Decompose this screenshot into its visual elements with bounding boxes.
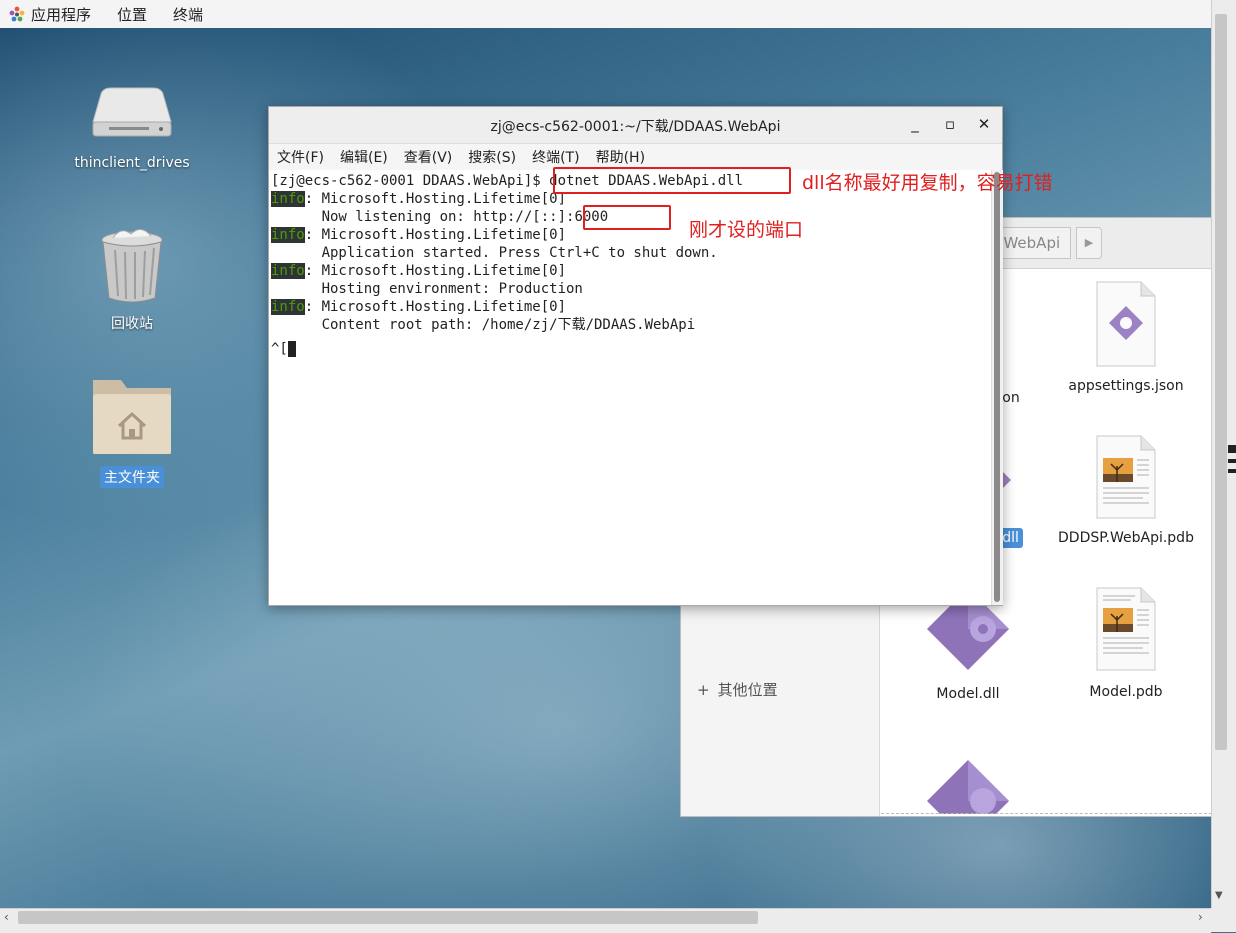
- menu-search[interactable]: 搜索(S): [468, 147, 516, 167]
- output-line: info: Microsoft.Hosting.Lifetime[0]: [271, 298, 566, 316]
- top-bar: 应用程序 位置 终端: [0, 0, 1211, 29]
- file-label: appsettings.json: [1068, 378, 1184, 394]
- output-line: Content root path: /home/zj/下载/DDAAS.Web…: [271, 316, 696, 334]
- terminal-scrollbar[interactable]: [991, 170, 1003, 605]
- window-title: zj@ecs-c562-0001:~/下载/DDAAS.WebApi: [490, 119, 781, 135]
- close-icon[interactable]: ✕: [975, 115, 993, 133]
- pdb-file-icon: [1096, 587, 1156, 671]
- file-item-partial[interactable]: [893, 756, 1043, 814]
- desktop-icon-label: 主文件夹: [100, 466, 164, 488]
- info-tag: info: [271, 191, 305, 207]
- output-text: ^[: [271, 341, 288, 357]
- desktop-icon-label: thinclient_drives: [74, 155, 190, 171]
- scrollbar-thumb[interactable]: [18, 911, 758, 924]
- scrollbar-thumb[interactable]: [994, 172, 1000, 602]
- scroll-corner: [1211, 908, 1236, 932]
- menu-view[interactable]: 查看(V): [404, 147, 453, 167]
- file-item[interactable]: appsettings.json: [1051, 280, 1201, 394]
- terminal-menu-label: 终端: [173, 5, 204, 24]
- annotation-note-port: 刚才设的端口: [689, 219, 804, 241]
- sidebar-item-other-locations[interactable]: + 其他位置: [697, 679, 778, 700]
- edge-marks: [1228, 445, 1236, 479]
- output-text: : Microsoft.Hosting.Lifetime[0]: [304, 191, 567, 207]
- file-label: Model.pdb: [1089, 684, 1163, 700]
- file-item[interactable]: DDDSP.WebApi.pdb: [1051, 434, 1201, 546]
- plus-icon: +: [697, 681, 710, 699]
- terminal-menu[interactable]: 终端: [173, 4, 203, 25]
- terminal-cursor: [287, 341, 296, 357]
- output-line: info: Microsoft.Hosting.Lifetime[0]: [271, 226, 566, 244]
- menu-file[interactable]: 文件(F): [277, 147, 324, 167]
- output-line: info: Microsoft.Hosting.Lifetime[0]: [271, 262, 566, 280]
- menu-help[interactable]: 帮助(H): [596, 147, 645, 167]
- output-line: ^[: [271, 340, 296, 358]
- info-tag: info: [271, 263, 305, 279]
- sidebar-item-label: 其他位置: [717, 681, 778, 699]
- output-text: Now listening on: http://[::]:: [271, 209, 575, 225]
- home-folder-icon: [93, 380, 171, 454]
- output-text: Content root path: /home/zj/下载/DDAAS.Web…: [271, 317, 696, 333]
- file-label: Model.dll: [936, 686, 1000, 702]
- maximize-icon[interactable]: ▫: [941, 115, 959, 133]
- scroll-left-icon[interactable]: ‹: [4, 910, 9, 924]
- annotation-note-dll: dll名称最好用复制，容易打错: [802, 172, 1053, 194]
- desktop-icon-label: 回收站: [111, 316, 153, 332]
- drive-icon: [92, 87, 172, 137]
- places-label: 位置: [117, 5, 148, 24]
- scrollbar-thumb[interactable]: [1215, 14, 1227, 750]
- divider: [881, 813, 1212, 814]
- output-text: : Microsoft.Hosting.Lifetime[0]: [304, 227, 567, 243]
- applications-icon: [9, 6, 25, 22]
- menu-edit[interactable]: 编辑(E): [340, 147, 388, 167]
- output-line: info: Microsoft.Hosting.Lifetime[0]: [271, 190, 566, 208]
- applications-label: 应用程序: [31, 5, 92, 24]
- horizontal-scrollbar[interactable]: ‹ ›: [0, 908, 1211, 933]
- output-text: : Microsoft.Hosting.Lifetime[0]: [304, 299, 567, 315]
- minimize-icon[interactable]: _: [906, 115, 924, 133]
- dll-file-icon: [927, 760, 1009, 814]
- output-text: Hosting environment: Production: [271, 281, 583, 297]
- output-line: Hosting environment: Production: [271, 280, 583, 298]
- menu-terminal[interactable]: 终端(T): [532, 147, 579, 167]
- annotation-box-port: [583, 205, 671, 230]
- terminal-screen[interactable]: [zj@ecs-c562-0001 DDAAS.WebApi]$ dotnet …: [269, 170, 991, 605]
- places-menu[interactable]: 位置: [117, 4, 147, 25]
- desktop-icon-thinclient-drives[interactable]: thinclient_drives: [57, 86, 207, 172]
- breadcrumb-next-icon[interactable]: ▶: [1076, 227, 1102, 259]
- desktop-icon-trash[interactable]: 回收站: [57, 228, 207, 334]
- output-text: : Microsoft.Hosting.Lifetime[0]: [304, 263, 567, 279]
- prompt: [zj@ecs-c562-0001 DDAAS.WebApi]$: [271, 173, 550, 189]
- info-tag: info: [271, 227, 305, 243]
- pdb-file-icon: [1096, 435, 1156, 519]
- output-line: Application started. Press Ctrl+C to shu…: [271, 244, 718, 262]
- terminal-titlebar[interactable]: zj@ecs-c562-0001:~/下载/DDAAS.WebApi _ ▫ ✕: [269, 107, 1002, 144]
- desktop-icon-home[interactable]: 主文件夹: [57, 374, 207, 488]
- trash-icon: [101, 229, 163, 303]
- applications-menu[interactable]: 应用程序: [9, 4, 91, 25]
- scroll-right-icon[interactable]: ›: [1198, 910, 1203, 924]
- file-item[interactable]: Model.pdb: [1051, 586, 1201, 700]
- annotation-box-command: [553, 167, 791, 194]
- file-label: DDDSP.WebApi.pdb: [1058, 530, 1194, 546]
- output-text: Application started. Press Ctrl+C to shu…: [271, 245, 718, 261]
- json-file-icon: [1096, 281, 1156, 367]
- scroll-down-icon[interactable]: ▼: [1215, 890, 1223, 901]
- output-line: Now listening on: http://[::]:6000: [271, 208, 609, 226]
- info-tag: info: [271, 299, 305, 315]
